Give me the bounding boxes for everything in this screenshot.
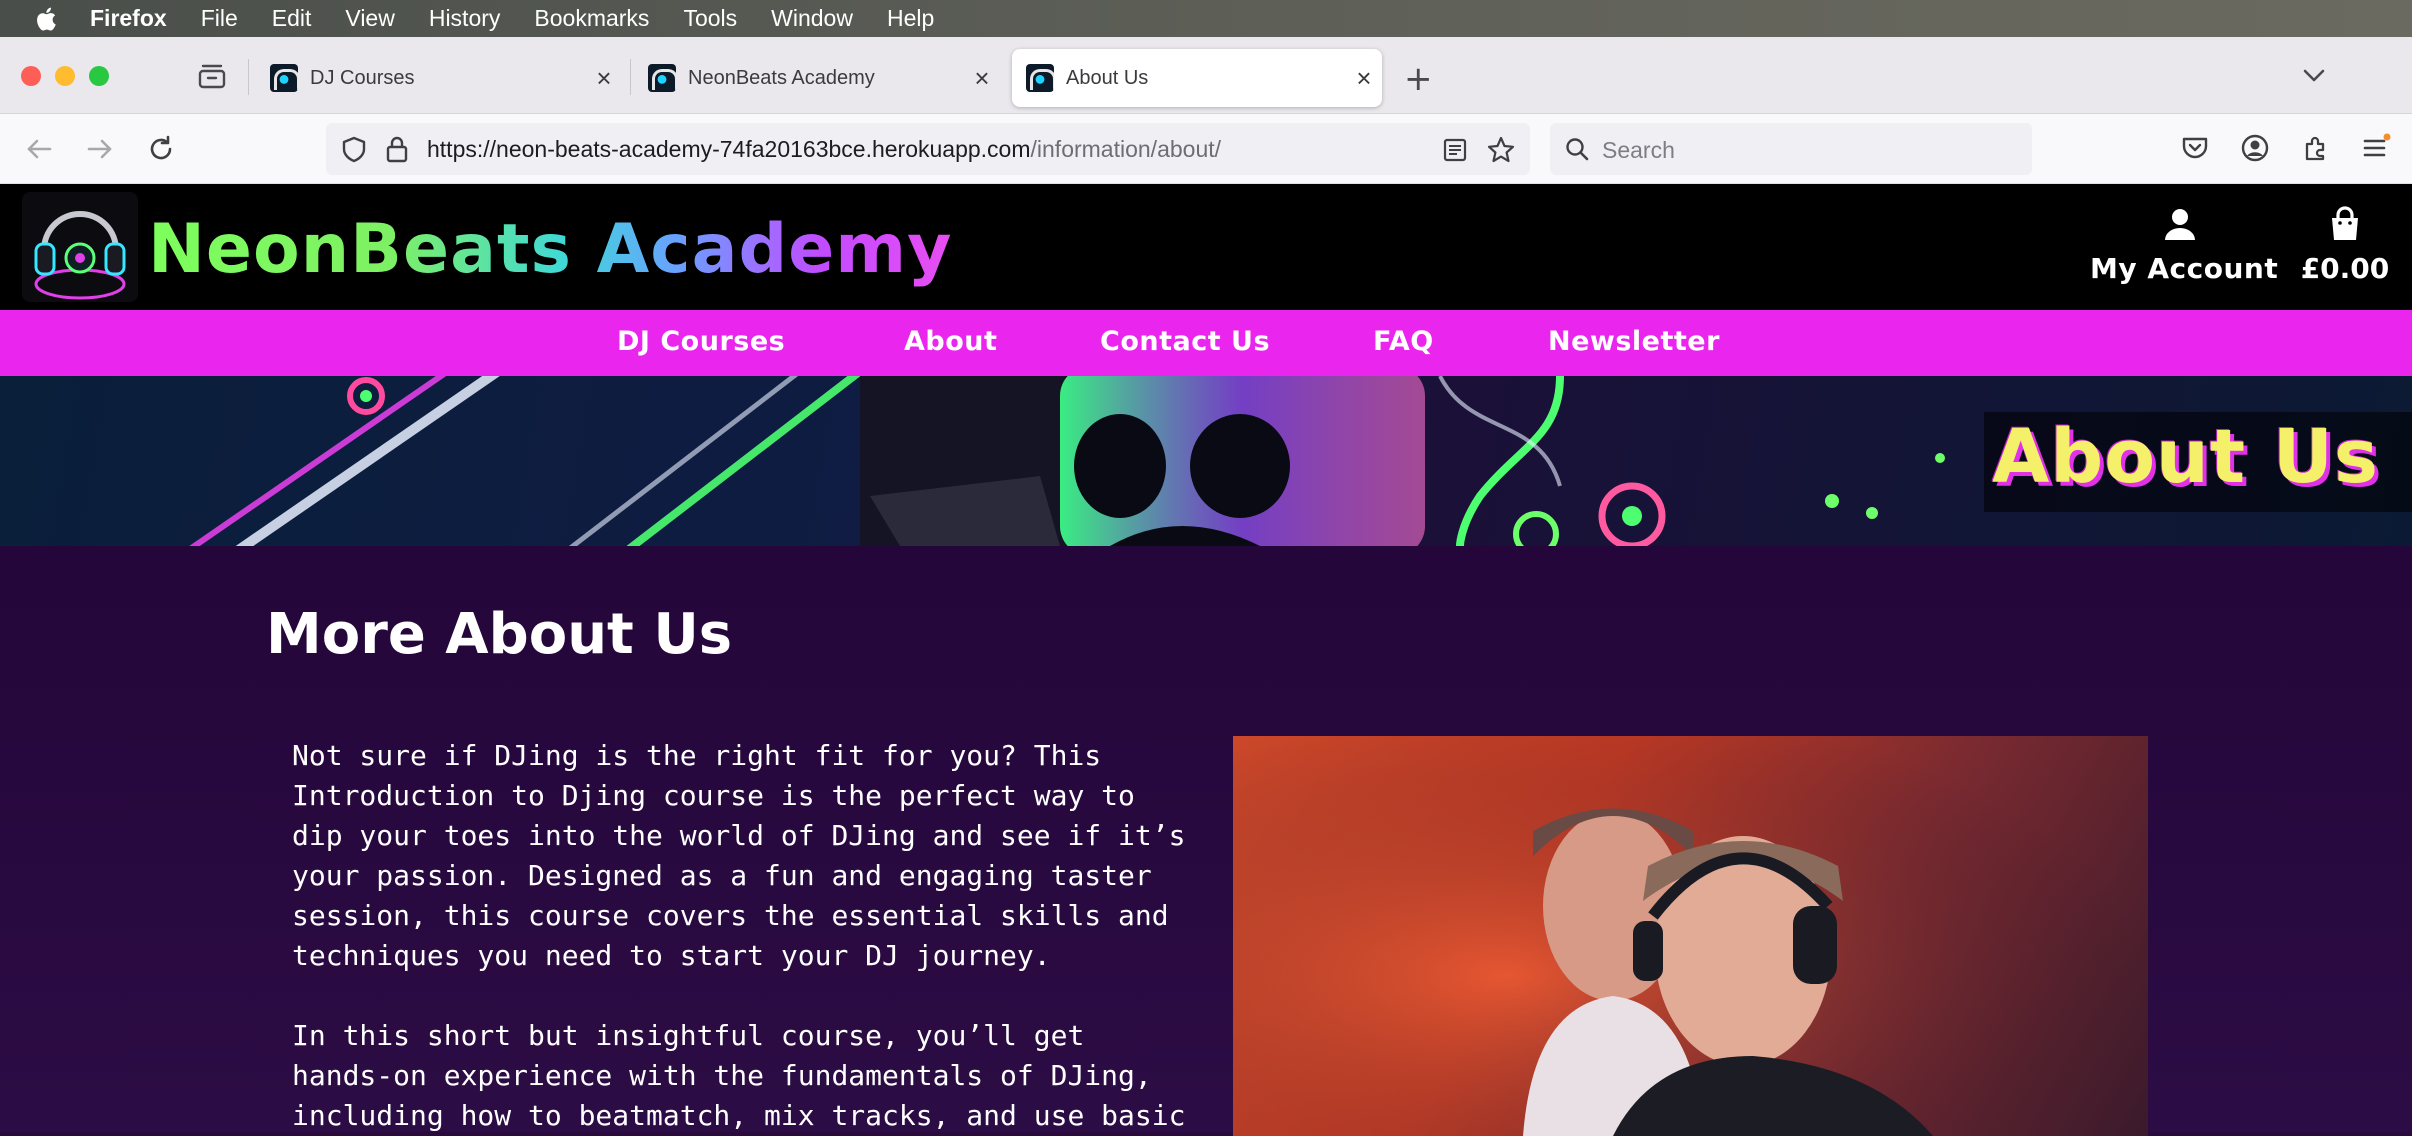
close-tab-icon[interactable]: ×: [964, 63, 1000, 94]
lock-icon[interactable]: [384, 134, 410, 164]
two-djs-with-headphones-image: [1233, 736, 2148, 1136]
menu-help[interactable]: Help: [887, 5, 934, 32]
firefox-view-icon[interactable]: [198, 63, 226, 89]
tracking-protection-icon[interactable]: [340, 135, 368, 163]
tab-separator: [248, 59, 249, 95]
list-all-tabs-icon[interactable]: [2300, 61, 2328, 89]
menu-app-name[interactable]: Firefox: [90, 5, 167, 32]
banner-title: About Us: [1992, 414, 2380, 500]
app-menu-icon[interactable]: [2360, 132, 2392, 164]
bookmark-star-icon[interactable]: [1486, 135, 1516, 165]
page-banner: About Us: [0, 376, 2412, 546]
basket-total: £0.00: [2300, 252, 2390, 285]
search-icon: [1566, 138, 1589, 161]
tab-separator: [630, 59, 631, 95]
headphones-logo-icon[interactable]: [22, 192, 138, 302]
url-host: https://neon-beats-academy-74fa20163bce.…: [427, 136, 1031, 162]
url-text[interactable]: https://neon-beats-academy-74fa20163bce.…: [427, 136, 1221, 163]
site-header: NeonBeats Academy My Account £0.00: [0, 184, 2412, 310]
tab-neonbeats-academy[interactable]: NeonBeats Academy ×: [634, 49, 1000, 107]
main-content: More About Us Not sure if DJing is the r…: [0, 546, 2412, 1136]
site-nav: DJ Courses About Contact Us FAQ Newslett…: [0, 310, 2412, 376]
close-window-button[interactable]: [21, 66, 41, 86]
menu-bookmarks[interactable]: Bookmarks: [534, 5, 649, 32]
brand-name[interactable]: NeonBeats Academy: [148, 210, 952, 289]
djs-photo: [1233, 736, 2148, 1136]
menu-window[interactable]: Window: [771, 5, 853, 32]
tab-title: DJ Courses: [310, 66, 415, 89]
menu-edit[interactable]: Edit: [272, 5, 312, 32]
close-tab-icon[interactable]: ×: [586, 63, 622, 94]
minimize-window-button[interactable]: [55, 66, 75, 86]
section-title: More About Us: [266, 602, 733, 667]
intro-paragraph: Not sure if DJing is the right fit for y…: [292, 739, 1186, 972]
neonbeats-favicon-icon: [270, 64, 298, 92]
tab-about-us[interactable]: About Us ×: [1012, 49, 1382, 107]
pocket-icon[interactable]: [2179, 132, 2211, 164]
os-menubar: Firefox File Edit View History Bookmarks…: [0, 0, 2412, 37]
tab-dj-courses[interactable]: DJ Courses ×: [256, 49, 622, 107]
back-icon[interactable]: [22, 132, 56, 166]
close-tab-icon[interactable]: ×: [1346, 63, 1382, 94]
nav-faq[interactable]: FAQ: [1373, 326, 1434, 357]
url-bar[interactable]: https://neon-beats-academy-74fa20163bce.…: [326, 123, 1530, 175]
my-account-label: My Account: [2090, 252, 2279, 285]
url-path: /information/about/: [1030, 136, 1222, 162]
nav-contact-us[interactable]: Contact Us: [1100, 326, 1270, 357]
tab-strip: DJ Courses × NeonBeats Academy × About U…: [0, 37, 2412, 114]
apple-icon[interactable]: [32, 4, 62, 34]
new-tab-button[interactable]: +: [1404, 59, 1433, 99]
tab-title: About Us: [1066, 66, 1149, 89]
shopping-bag-link[interactable]: £0.00: [2290, 206, 2400, 285]
extensions-icon[interactable]: [2300, 132, 2332, 164]
menu-file[interactable]: File: [201, 5, 238, 32]
shopping-bag-icon: [2332, 206, 2358, 240]
tab-title: NeonBeats Academy: [688, 66, 875, 89]
user-icon: [2165, 209, 2195, 240]
my-account-link[interactable]: My Account: [2090, 206, 2279, 285]
reload-icon[interactable]: [144, 132, 178, 166]
search-placeholder: Search: [1602, 137, 1675, 163]
forward-icon[interactable]: [83, 132, 117, 166]
account-icon[interactable]: [2239, 132, 2271, 164]
browser-toolbar: https://neon-beats-academy-74fa20163bce.…: [0, 114, 2412, 184]
nav-about[interactable]: About: [904, 326, 997, 357]
search-bar[interactable]: Search: [1550, 123, 2032, 175]
menu-history[interactable]: History: [429, 5, 501, 32]
nav-dj-courses[interactable]: DJ Courses: [617, 326, 785, 357]
menu-view[interactable]: View: [345, 5, 394, 32]
neonbeats-favicon-icon: [648, 64, 676, 92]
reader-view-icon[interactable]: [1442, 137, 1468, 163]
zoom-window-button[interactable]: [89, 66, 109, 86]
neonbeats-favicon-icon: [1026, 64, 1054, 92]
nav-newsletter[interactable]: Newsletter: [1548, 326, 1720, 357]
menu-tools[interactable]: Tools: [683, 5, 737, 32]
course-paragraph: In this short but insightful course, you…: [292, 1019, 1186, 1132]
